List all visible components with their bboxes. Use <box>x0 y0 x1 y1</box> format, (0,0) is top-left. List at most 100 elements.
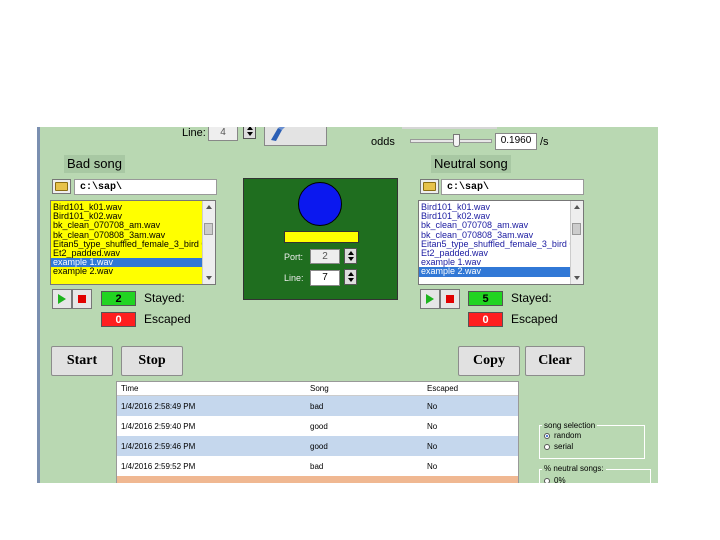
cell-song: bad <box>310 401 324 411</box>
status-ball <box>298 182 342 226</box>
neutral-song-list[interactable]: Bird101_k01.wav Bird101_k02.wav bk_clean_0… <box>418 200 584 285</box>
center-line-spinner[interactable] <box>344 269 357 285</box>
bad-song-file-item[interactable]: bk_clean_070808_3am.wav <box>51 231 203 240</box>
neutral-song-file-item[interactable]: Bird101_k01.wav <box>419 203 571 212</box>
event-log-table: Time Song Escaped 1/4/2016 2:58:49 PM bad… <box>116 381 519 483</box>
cell-escaped: No <box>427 421 438 431</box>
bad-song-escaped-label: Escaped <box>144 312 191 326</box>
clear-button[interactable]: Clear <box>525 346 585 376</box>
top-line-value[interactable]: 4 <box>208 127 238 141</box>
radio-random[interactable] <box>544 433 550 439</box>
odds-label: odds <box>371 136 395 148</box>
bad-song-path[interactable]: c:\sap\ <box>74 179 217 195</box>
bad-song-file-item[interactable]: Eitan5_type_shuffled_female_3_bird 003 <box>51 240 203 249</box>
bad-song-folder-button[interactable] <box>52 179 71 194</box>
app-window: Line: 4 odds 0.1960 /s Bad song c:\sap\ … <box>37 127 658 483</box>
radio-serial-label: serial <box>554 442 574 451</box>
header-time[interactable]: Time <box>117 382 306 396</box>
table-row[interactable]: 1/4/2016 2:59:40 PM good No <box>117 416 518 436</box>
table-row[interactable]: 1/4/2016 2:59:46 PM good No <box>117 436 518 456</box>
bad-song-file-item[interactable]: Bird101_k01.wav <box>51 203 203 212</box>
bad-song-stayed-label: Stayed: <box>144 291 185 305</box>
status-indicator-bar <box>284 231 359 243</box>
bad-song-list-scrollbar[interactable] <box>202 201 215 284</box>
folder-icon <box>423 182 436 191</box>
copy-button[interactable]: Copy <box>458 346 520 376</box>
neutral-song-stayed-count: 5 <box>468 291 503 306</box>
table-row[interactable]: 1/4/2016 2:59:56 PMgoodNo <box>117 476 518 483</box>
neutral-song-folder-button[interactable] <box>420 179 439 194</box>
header-escaped[interactable]: Escaped <box>423 382 518 396</box>
neutral-song-path[interactable]: c:\sap\ <box>441 179 584 195</box>
radio-random-label: random <box>554 431 582 440</box>
bad-song-file-item[interactable]: example 1.wav <box>51 258 203 268</box>
neutral-song-file-item[interactable]: example 1.wav <box>419 258 571 267</box>
cell-song: bad <box>310 461 324 471</box>
table-row[interactable]: 1/4/2016 2:58:49 PM bad No <box>117 395 518 416</box>
play-icon <box>426 294 434 304</box>
bad-song-file-item[interactable]: example 2.wav <box>51 267 203 276</box>
cell-song: good <box>310 441 328 451</box>
top-line-spinner[interactable] <box>243 127 256 139</box>
top-line-label: Line: <box>182 127 206 139</box>
brush-icon <box>271 127 285 141</box>
neutral-song-file-item[interactable]: Eitan5_type_shuffled_female_3_bird 003 <box>419 240 571 249</box>
neutral-song-stayed-label: Stayed: <box>511 291 552 305</box>
center-panel: Port: 2 Line: 7 <box>243 178 398 300</box>
bad-song-file-item[interactable]: Bird101_k02.wav <box>51 212 203 221</box>
stop-button[interactable]: Stop <box>121 346 183 376</box>
odds-unit: /s <box>540 136 549 148</box>
neutral-percent-title: % neutral songs: <box>542 464 606 473</box>
bad-song-file-item[interactable]: bk_clean_070708_am.wav <box>51 221 203 230</box>
neutral-song-escaped-count: 0 <box>468 312 503 327</box>
cell-escaped: No <box>427 461 438 471</box>
bad-song-file-item[interactable]: Et2_padded.wav <box>51 249 203 258</box>
port-spinner[interactable] <box>344 248 357 264</box>
top-cut-field <box>402 127 497 129</box>
cell-time: 1/4/2016 2:59:56 PM <box>117 476 306 484</box>
radio-0-percent-label: 0% <box>554 476 566 483</box>
bad-song-play-button[interactable] <box>52 289 72 309</box>
stop-icon <box>78 295 86 303</box>
bad-song-list[interactable]: Bird101_k01.wav Bird101_k02.wav bk_clean_0… <box>50 200 216 285</box>
neutral-song-escaped-label: Escaped <box>511 312 558 326</box>
log-table: Time Song Escaped 1/4/2016 2:58:49 PM bad… <box>117 382 518 483</box>
radio-serial[interactable] <box>544 444 550 450</box>
odds-slider-track[interactable] <box>410 139 492 143</box>
radio-0-percent[interactable] <box>544 478 550 483</box>
center-line-label: Line: <box>284 273 304 283</box>
neutral-song-list-scrollbar[interactable] <box>570 201 583 284</box>
port-label: Port: <box>284 252 304 262</box>
neutral-song-play-button[interactable] <box>420 289 440 309</box>
stop-icon <box>446 295 454 303</box>
odds-value[interactable]: 0.1960 <box>495 133 537 150</box>
odds-slider-thumb[interactable] <box>453 134 460 147</box>
cell-escaped: No <box>423 476 518 484</box>
song-selection-title: song selection <box>542 421 598 430</box>
neutral-song-file-item[interactable]: example 2.wav <box>419 267 571 277</box>
cell-song: good <box>306 476 423 484</box>
cell-time: 1/4/2016 2:59:40 PM <box>121 421 196 431</box>
center-line-value[interactable]: 7 <box>310 270 340 286</box>
window-left-border <box>37 127 40 483</box>
cell-escaped: No <box>427 441 438 451</box>
cell-escaped: No <box>427 401 438 411</box>
bad-song-escaped-count: 0 <box>101 312 136 327</box>
header-song[interactable]: Song <box>306 382 423 396</box>
cell-time: 1/4/2016 2:59:46 PM <box>121 441 196 451</box>
cell-song: good <box>310 421 328 431</box>
bad-song-title: Bad song <box>64 155 125 173</box>
neutral-song-stop-button[interactable] <box>440 289 460 309</box>
top-action-button[interactable] <box>264 127 327 146</box>
log-header-row: Time Song Escaped <box>117 382 518 396</box>
neutral-song-file-item[interactable]: Bird101_k02.wav <box>419 212 571 221</box>
table-row[interactable]: 1/4/2016 2:59:52 PM bad No <box>117 456 518 476</box>
start-button[interactable]: Start <box>51 346 113 376</box>
neutral-song-file-item[interactable]: Et2_padded.wav <box>419 249 571 258</box>
play-icon <box>58 294 66 304</box>
neutral-song-file-item[interactable]: bk_clean_070808_3am.wav <box>419 231 571 240</box>
port-value[interactable]: 2 <box>310 249 340 264</box>
cell-time: 1/4/2016 2:59:52 PM <box>121 461 196 471</box>
neutral-song-file-item[interactable]: bk_clean_070708_am.wav <box>419 221 571 230</box>
bad-song-stop-button[interactable] <box>72 289 92 309</box>
